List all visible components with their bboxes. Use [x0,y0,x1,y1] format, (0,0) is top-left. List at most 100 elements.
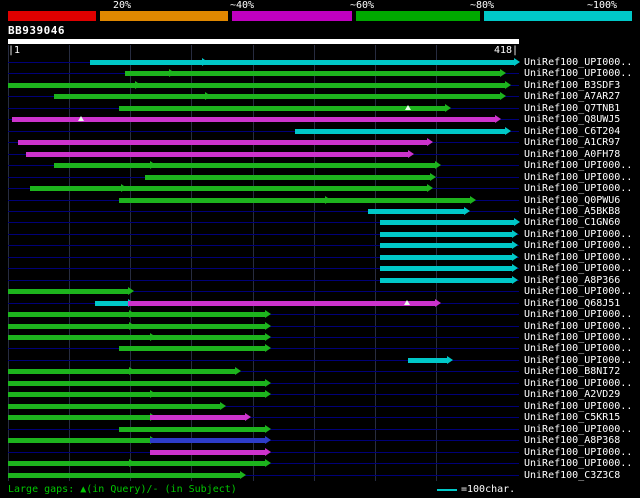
alignment-segment[interactable] [149,415,246,421]
alignment-segment[interactable] [120,186,428,192]
hit-label[interactable]: UniRef100_UPI000.. [524,172,632,183]
hit-label[interactable]: UniRef100_Q8UWJ5 [524,114,620,125]
alignment-segment[interactable] [379,231,512,237]
hit-label[interactable]: UniRef100_UPI000.. [524,252,632,263]
hit-label[interactable]: UniRef100_UPI000.. [524,229,632,240]
hit-label[interactable]: UniRef100_UPI000.. [524,183,632,194]
alignment-segment[interactable] [149,335,265,341]
hit-label[interactable]: UniRef100_Q7TNB1 [524,103,620,114]
hit-label[interactable]: UniRef100_Q68J51 [524,298,620,309]
hit-label[interactable]: UniRef100_A5BKB8 [524,206,620,217]
alignment-segment[interactable] [8,380,265,386]
segment-arrowhead-icon [240,470,247,479]
alignment-segment[interactable] [379,254,512,260]
alignment-row [8,160,520,171]
hit-label[interactable]: UniRef100_UPI000.. [524,424,632,435]
hit-label[interactable]: UniRef100_Q0PWU6 [524,195,620,206]
alignment-segment[interactable] [379,277,512,283]
alignment-segment[interactable] [54,94,205,100]
hit-label[interactable]: UniRef100_UPI000.. [524,321,632,332]
alignment-segment[interactable] [129,369,236,375]
alignment-segment[interactable] [295,128,505,134]
alignment-segment[interactable] [8,461,130,467]
hit-label[interactable]: UniRef100_A8P366 [524,275,620,286]
alignment-segment[interactable] [169,71,500,77]
alignment-segment[interactable] [379,243,512,249]
hit-label[interactable]: UniRef100_UPI000.. [524,57,632,68]
alignment-segment[interactable] [125,71,170,77]
alignment-segment[interactable] [149,163,435,169]
alignment-segment[interactable] [8,82,136,88]
gap-marker-icon [78,116,85,122]
hit-label[interactable]: UniRef100_UPI000.. [524,378,632,389]
hit-label[interactable]: UniRef100_UPI000.. [524,263,632,274]
alignment-segment[interactable] [144,174,430,180]
alignment-segment[interactable] [8,438,150,444]
alignment-segment[interactable] [135,82,505,88]
hit-label[interactable]: UniRef100_UPI000.. [524,68,632,79]
alignment-segment[interactable] [129,312,265,318]
alignment-segment[interactable] [149,438,265,444]
hit-label[interactable]: UniRef100_UPI000.. [524,332,632,343]
alignment-segment[interactable] [129,461,265,467]
alignment-segment[interactable] [8,312,130,318]
alignment-segment[interactable] [94,300,128,306]
query-bar [8,39,519,44]
hit-label[interactable]: UniRef100_A1CR97 [524,137,620,148]
hit-label[interactable]: UniRef100_UPI000.. [524,355,632,366]
alignment-row [8,309,520,320]
hit-label[interactable]: UniRef100_B3SDF3 [524,80,620,91]
alignment-segment[interactable] [8,323,130,329]
alignment-segment[interactable] [8,403,220,409]
alignment-segment[interactable] [26,151,408,157]
hit-label[interactable]: UniRef100_C3Z3C8 [524,470,620,481]
hit-label[interactable]: UniRef100_UPI000.. [524,458,632,469]
alignment-segment[interactable] [17,140,428,146]
hit-label[interactable]: UniRef100_UPI000.. [524,401,632,412]
hit-label[interactable]: UniRef100_UPI000.. [524,286,632,297]
alignment-segment[interactable] [407,357,448,363]
segment-arrowhead-icon [264,447,271,456]
alignment-row [8,126,520,137]
segment-arrowhead-icon [499,92,506,101]
alignment-segment[interactable] [367,208,465,214]
hit-label[interactable]: UniRef100_UPI000.. [524,343,632,354]
alignment-segment[interactable] [202,60,515,65]
segment-arrowhead-icon [264,424,271,433]
alignment-segment[interactable] [324,197,471,203]
hit-label[interactable]: UniRef100_C5KR15 [524,412,620,423]
hit-label[interactable]: UniRef100_UPI000.. [524,160,632,171]
alignment-segment[interactable] [8,472,241,478]
alignment-segment[interactable] [127,300,435,306]
alignment-segment[interactable] [379,220,515,226]
alignment-segment[interactable] [89,60,203,65]
alignment-segment[interactable] [8,289,128,295]
hit-label[interactable]: UniRef100_A8P368 [524,435,620,446]
alignment-segment[interactable] [8,392,150,398]
alignment-segment[interactable] [204,94,500,100]
hit-label[interactable]: UniRef100_A2VD29 [524,389,620,400]
segment-arrowhead-icon [514,58,521,66]
segment-arrowhead-icon [127,287,134,296]
hit-label[interactable]: UniRef100_UPI000.. [524,240,632,251]
alignment-segment[interactable] [379,266,512,272]
alignment-segment[interactable] [54,163,150,169]
hit-label[interactable]: UniRef100_A0FH78 [524,149,620,160]
alignment-segment[interactable] [8,415,150,421]
hit-label[interactable]: UniRef100_UPI000.. [524,309,632,320]
alignment-segment[interactable] [149,392,265,398]
alignment-segment[interactable] [8,335,150,341]
alignment-segment[interactable] [8,369,130,375]
alignment-segment[interactable] [149,449,265,455]
hit-label[interactable]: UniRef100_C6T204 [524,126,620,137]
alignment-segment[interactable] [119,105,445,111]
alignment-segment[interactable] [30,186,121,192]
hit-label[interactable]: UniRef100_C1GN60 [524,217,620,228]
alignment-segment[interactable] [119,426,265,432]
alignment-segment[interactable] [129,323,265,329]
alignment-segment[interactable] [119,346,265,352]
hit-label[interactable]: UniRef100_B8NI72 [524,366,620,377]
hit-label[interactable]: UniRef100_UPI000.. [524,447,632,458]
hit-label[interactable]: UniRef100_A7AR27 [524,91,620,102]
alignment-segment[interactable] [119,197,325,203]
